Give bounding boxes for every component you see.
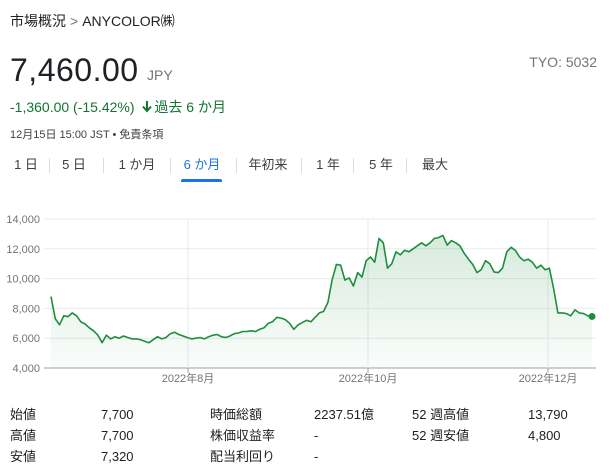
tab-divider [353,158,354,173]
price-chart[interactable]: 4,000 6,000 8,000 10,000 12,000 14,000 2022年8月… [0,203,609,403]
stat-high: 高値 7,700 [10,426,134,446]
stat-value: 7,320 [101,449,134,464]
breadcrumb-separator: > [70,13,79,29]
stat-label: 配当利回り [210,449,276,464]
currency-label: JPY [147,67,173,83]
tab-divider [406,158,407,173]
tab-ytd[interactable]: 年初来 [245,150,291,180]
tab-1-day[interactable]: 1 日 [10,150,42,180]
tab-divider [236,158,237,173]
tab-divider [301,158,302,173]
arrow-down-icon [142,101,153,113]
stat-label: 高値 [10,428,37,443]
y-tick-label: 8,000 [12,303,40,315]
stat-low: 安値 7,320 [10,447,134,467]
stat-value: 2237.51億 [314,407,374,422]
breadcrumb-parent-link[interactable]: 市場概況 [10,13,66,29]
stat-label: 安値 [10,449,37,464]
ticker-symbol: TYO: 5032 [529,54,597,70]
stat-52w-low: 52 週安値 4,800 [412,426,561,446]
stat-value: - [314,449,319,464]
stat-label: 時価総額 [210,407,263,422]
x-tick-label: 2022年10月 [339,371,398,385]
active-tab-indicator [181,179,222,182]
stat-52w-high: 52 週高値 13,790 [412,405,568,425]
stat-pe-ratio: 株価収益率 - [210,426,318,446]
stat-value: 7,700 [101,407,134,422]
price-change: -1,360.00 (-15.42%) 過去 6 か月 [10,97,226,117]
price-area-fill [51,235,592,368]
stat-label: 52 週高値 [412,407,470,422]
stat-dividend-yield: 配当利回り - [210,447,318,467]
tab-divider [170,158,171,173]
tab-1-year[interactable]: 1 年 [311,150,345,180]
tab-divider [49,158,50,173]
stock-price: 7,460.00 [10,52,139,88]
y-tick-label: 10,000 [6,274,40,286]
quote-timestamp: 12月15日 15:00 JST • 免責条項 [10,129,164,141]
tab-max[interactable]: 最大 [418,150,452,180]
stat-label: 52 週安値 [412,428,470,443]
stat-value: 4,800 [528,428,561,443]
y-tick-label: 14,000 [6,214,40,226]
tab-5-years[interactable]: 5 年 [364,150,398,180]
last-price-marker [588,312,596,320]
range-tabs: 1 日 5 日 1 か月 6 か月 年初来 1 年 5 年 最大 [0,150,609,184]
x-tick-label: 2022年12月 [519,371,578,385]
tab-divider [103,158,104,173]
stat-value: 13,790 [528,407,568,422]
tab-6-months[interactable]: 6 か月 [178,150,226,180]
y-tick-label: 6,000 [12,333,40,345]
y-tick-label: 12,000 [6,244,40,256]
tab-1-month[interactable]: 1 か月 [113,150,161,180]
stat-open: 始値 7,700 [10,405,134,425]
stat-label: 始値 [10,407,37,422]
x-tick-label: 2022年8月 [162,371,215,385]
breadcrumb-current: ANYCOLOR㈱ [82,13,175,29]
tab-5-days[interactable]: 5 日 [58,150,90,180]
stat-value: - [314,428,319,443]
period-label: 過去 6 か月 [154,99,226,115]
y-tick-label: 4,000 [12,363,40,375]
stat-label: 株価収益率 [210,428,276,443]
price-change-value: -1,360.00 (-15.42%) [10,99,135,115]
breadcrumb: 市場概況 > ANYCOLOR㈱ [10,11,175,31]
stat-market-cap: 時価総額 2237.51億 [210,405,374,425]
stat-value: 7,700 [101,428,134,443]
